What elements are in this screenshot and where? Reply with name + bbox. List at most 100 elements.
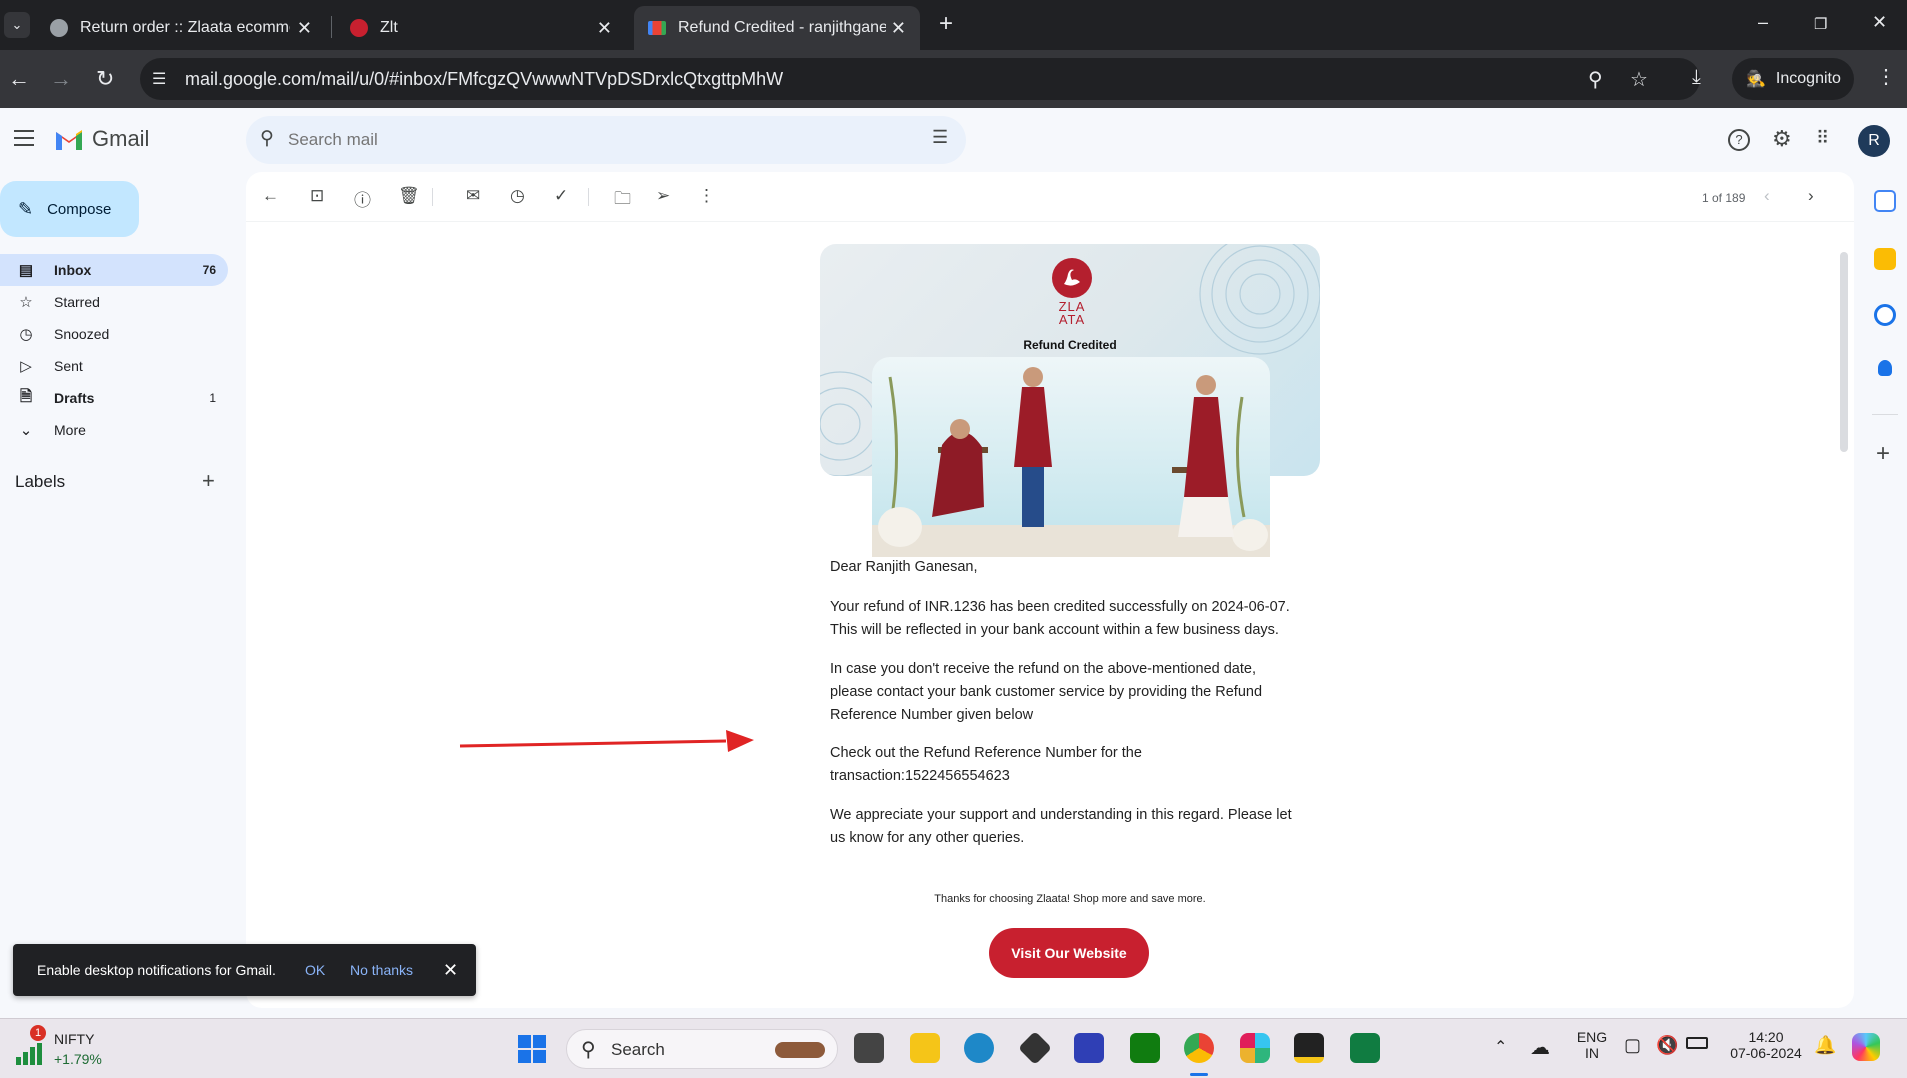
- scrollbar[interactable]: [1840, 252, 1848, 452]
- text-line: us know for any other queries.: [830, 830, 1025, 846]
- zlaata-logo-icon[interactable]: [1052, 258, 1092, 298]
- zoom-icon[interactable]: ⚲: [1588, 67, 1603, 92]
- pagination-text: 1 of 189: [1702, 191, 1746, 205]
- clock[interactable]: 14:20 07-06-2024: [1726, 1029, 1806, 1061]
- tab-search-button[interactable]: ⌄: [4, 12, 30, 38]
- volume-muted-icon[interactable]: 🔇: [1656, 1035, 1678, 1056]
- reload-icon[interactable]: ↻: [96, 66, 114, 92]
- taskbar-search-box[interactable]: ⚲ Search: [566, 1029, 838, 1069]
- edge-icon[interactable]: [964, 1033, 994, 1063]
- text-line: Your refund of INR.1236 has been credite…: [830, 599, 1290, 615]
- help-icon[interactable]: ?: [1728, 129, 1750, 151]
- sticky-notes-icon[interactable]: [1294, 1033, 1324, 1063]
- close-icon[interactable]: ✕: [597, 18, 612, 39]
- sidebar-item-label: Drafts: [54, 390, 95, 406]
- move-to-icon[interactable]: 🗀: [614, 186, 631, 215]
- archive-icon[interactable]: ⊡: [310, 186, 324, 206]
- tab-zlt[interactable]: Zlt ✕: [336, 6, 626, 50]
- snooze-icon[interactable]: ◷: [510, 186, 525, 206]
- add-label-icon[interactable]: +: [202, 468, 215, 494]
- older-icon[interactable]: ›: [1808, 186, 1814, 206]
- sidebar-item-snoozed[interactable]: ◷ Snoozed: [0, 318, 228, 350]
- close-icon[interactable]: ✕: [443, 960, 458, 981]
- slack-icon[interactable]: [1240, 1033, 1270, 1063]
- search-icon[interactable]: ⚲: [260, 127, 274, 150]
- compose-button[interactable]: ✎ Compose: [0, 181, 139, 237]
- sidebar-item-drafts[interactable]: 🗎 Drafts 1: [0, 382, 228, 414]
- text-line: We appreciate your support and understan…: [830, 807, 1292, 823]
- settings-gear-icon[interactable]: ⚙: [1772, 126, 1792, 152]
- copilot-icon[interactable]: [1852, 1033, 1880, 1061]
- notification-bell-icon[interactable]: 🔔: [1814, 1035, 1836, 1056]
- visit-website-button[interactable]: Visit Our Website: [989, 928, 1149, 978]
- close-icon[interactable]: ✕: [891, 18, 906, 39]
- xbox-icon[interactable]: [1130, 1033, 1160, 1063]
- restore-icon[interactable]: ❐: [1814, 15, 1827, 33]
- forward-icon[interactable]: →: [50, 66, 72, 92]
- onedrive-icon[interactable]: ☁: [1530, 1035, 1550, 1060]
- draft-count: 1: [209, 391, 216, 405]
- tab-return-order[interactable]: Return order :: Zlaata ecommerce ✕: [36, 6, 326, 50]
- bookmark-star-icon[interactable]: ☆: [1630, 67, 1648, 92]
- show-hidden-icons-icon[interactable]: ⌃: [1494, 1037, 1507, 1057]
- rail-divider: [1872, 414, 1898, 415]
- excel-icon[interactable]: [1350, 1033, 1380, 1063]
- get-addons-icon[interactable]: +: [1876, 440, 1890, 468]
- close-icon[interactable]: ✕: [297, 18, 312, 39]
- language-indicator[interactable]: ENG IN: [1572, 1029, 1612, 1061]
- back-icon[interactable]: ←: [8, 66, 30, 92]
- keep-icon[interactable]: [1874, 248, 1896, 270]
- close-window-icon[interactable]: ✕: [1872, 12, 1887, 33]
- delete-icon[interactable]: 🗑: [398, 186, 420, 206]
- annotation-arrow: [459, 730, 754, 752]
- minimize-icon[interactable]: –: [1758, 12, 1768, 33]
- contacts-icon[interactable]: [1878, 360, 1892, 376]
- address-bar[interactable]: ☰ mail.google.com/mail/u/0/#inbox/FMfcgz…: [140, 58, 1700, 100]
- notification-ok-button[interactable]: OK: [305, 962, 325, 978]
- chrome-menu-icon[interactable]: ⋮: [1876, 64, 1896, 89]
- network-icon[interactable]: ▢: [1624, 1035, 1641, 1056]
- apps-grid-icon[interactable]: ⠿: [1816, 128, 1829, 149]
- add-task-icon[interactable]: ✓: [554, 186, 568, 206]
- search-mail-box[interactable]: ⚲ ☰: [246, 116, 966, 164]
- battery-icon[interactable]: [1686, 1037, 1708, 1049]
- main-menu-icon[interactable]: [14, 130, 34, 151]
- incognito-icon: 🕵: [1746, 71, 1766, 88]
- incognito-badge[interactable]: 🕵 Incognito: [1732, 58, 1854, 100]
- newer-icon[interactable]: ‹: [1764, 186, 1770, 206]
- sidebar-item-sent[interactable]: ▷ Sent: [0, 350, 228, 382]
- clock-date: 07-06-2024: [1730, 1045, 1802, 1061]
- app-blue-icon[interactable]: [1074, 1033, 1104, 1063]
- sidebar-item-label: Inbox: [54, 262, 92, 278]
- sidebar-item-more[interactable]: ⌄ More: [0, 414, 228, 446]
- app-cube-icon[interactable]: [1018, 1031, 1052, 1065]
- back-to-inbox-icon[interactable]: ←: [262, 186, 279, 206]
- tasks-icon[interactable]: [1874, 304, 1896, 326]
- search-options-icon[interactable]: ☰: [932, 127, 948, 148]
- toolbar-divider: [588, 188, 589, 206]
- task-view-icon[interactable]: [854, 1033, 884, 1063]
- gmail-sidebar: ✎ Compose ▤ Inbox 76 ☆ Starred ◷ Snoozed…: [0, 172, 240, 1018]
- windows-start-icon[interactable]: [518, 1035, 546, 1063]
- search-input[interactable]: [288, 128, 888, 152]
- sidebar-item-inbox[interactable]: ▤ Inbox 76: [0, 254, 228, 286]
- download-icon[interactable]: ⤓: [1692, 66, 1701, 89]
- file-explorer-icon[interactable]: [910, 1033, 940, 1063]
- sidebar-item-starred[interactable]: ☆ Starred: [0, 286, 228, 318]
- site-settings-icon[interactable]: ☰: [152, 69, 166, 89]
- chrome-icon[interactable]: [1184, 1033, 1214, 1063]
- label-icon[interactable]: ➢: [656, 186, 670, 206]
- account-avatar[interactable]: R: [1858, 125, 1890, 157]
- gmail-logo[interactable]: Gmail: [54, 126, 149, 152]
- report-spam-icon[interactable]: ⓘ: [354, 186, 371, 211]
- email-paragraph-closing: We appreciate your support and understan…: [830, 804, 1310, 850]
- tab-refund-credited[interactable]: Refund Credited - ranjithganesan ✕: [634, 6, 920, 50]
- gmail-wordmark: Gmail: [92, 126, 150, 151]
- new-tab-icon[interactable]: +: [939, 10, 953, 38]
- mark-unread-icon[interactable]: ✉: [466, 186, 480, 206]
- notification-no-thanks-button[interactable]: No thanks: [350, 962, 413, 978]
- browser-toolbar: ← → ↻ ☰ mail.google.com/mail/u/0/#inbox/…: [0, 50, 1907, 108]
- stock-widget[interactable]: 1 NIFTY +1.79%: [14, 1025, 114, 1071]
- calendar-icon[interactable]: [1874, 190, 1896, 212]
- more-options-icon[interactable]: ⋮: [698, 186, 715, 206]
